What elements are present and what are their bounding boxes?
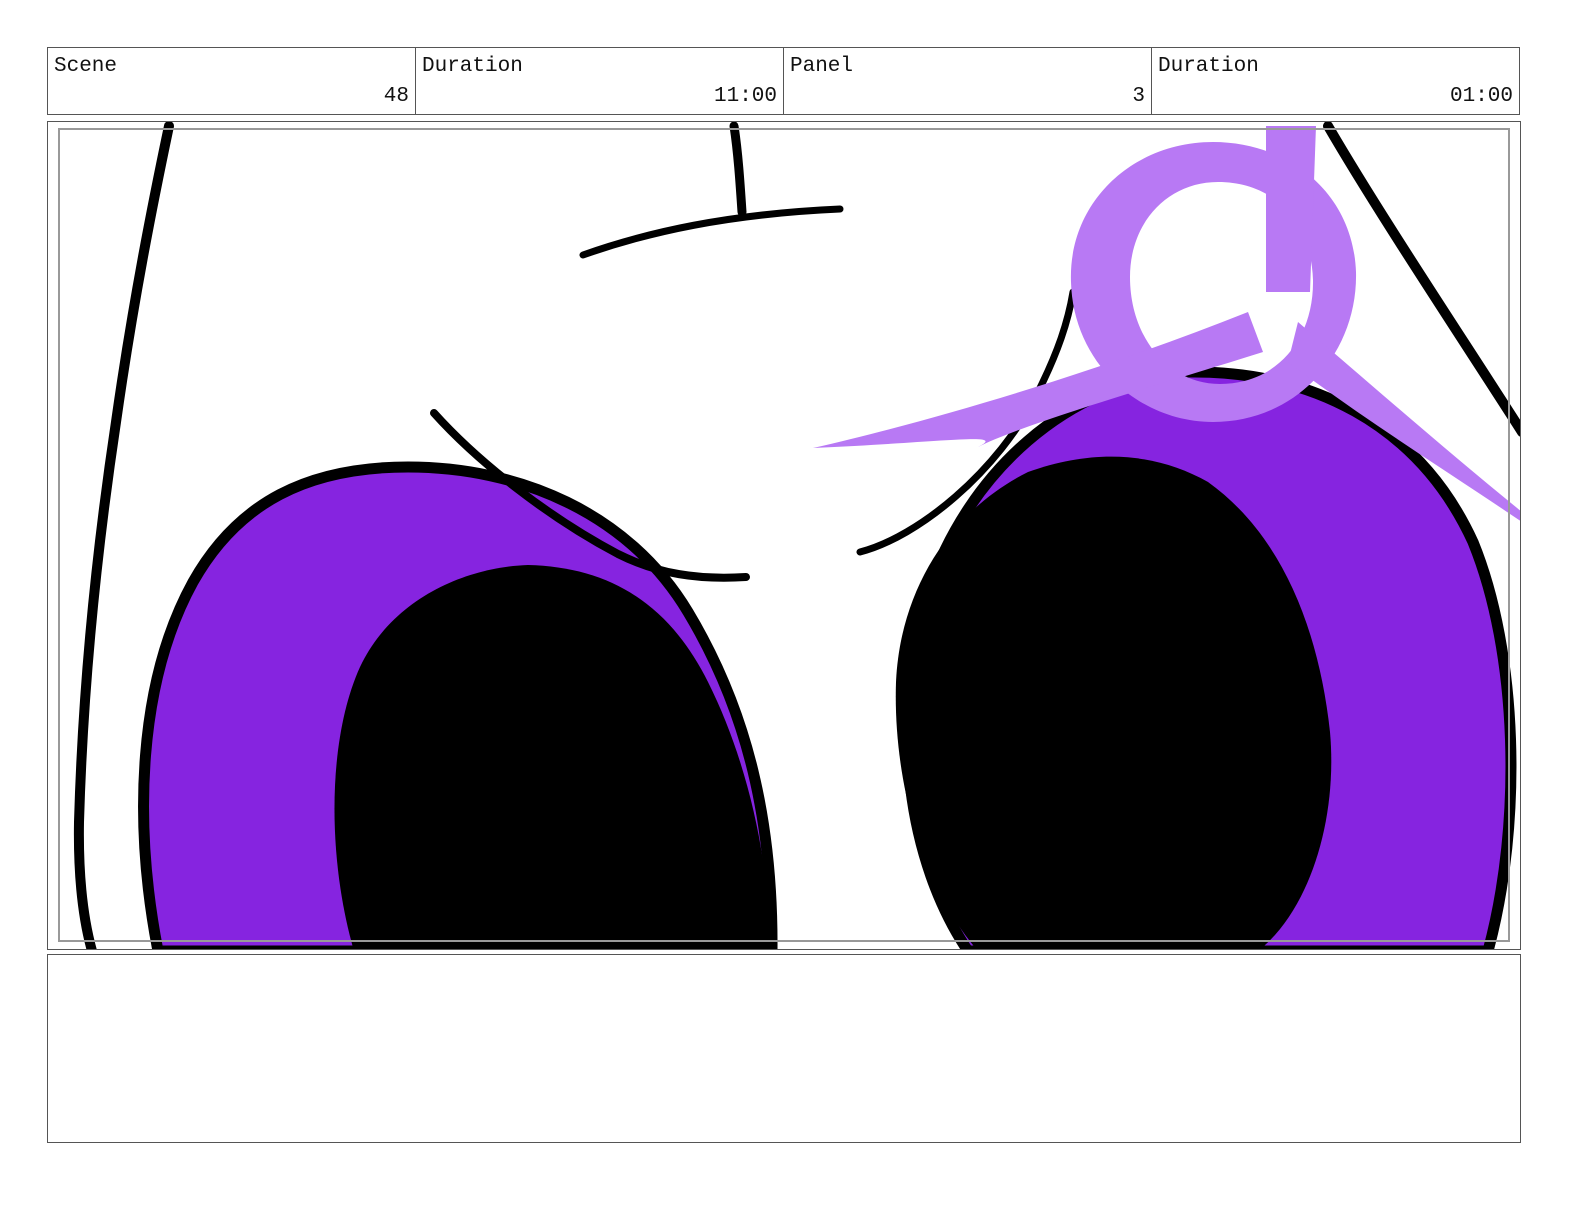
panel-duration-value: 01:00 xyxy=(1449,85,1513,108)
scene-number: 48 xyxy=(383,85,409,108)
panel-cell: Panel 3 xyxy=(784,48,1152,114)
scene-label: Scene xyxy=(54,55,118,78)
scene-duration-value: 11:00 xyxy=(713,85,777,108)
brow-mark-vertical xyxy=(729,122,747,217)
brow-mark-horizontal xyxy=(579,205,844,259)
panel-info-header: Scene 48 Duration 11:00 Panel 3 Duration… xyxy=(47,47,1520,115)
scene-duration-label: Duration xyxy=(422,55,523,78)
scene-cell: Scene 48 xyxy=(48,48,416,114)
right-eye xyxy=(895,366,1517,949)
drawing-canvas xyxy=(58,122,1520,949)
panel-label: Panel xyxy=(790,55,854,78)
panel-duration-cell: Duration 01:00 xyxy=(1152,48,1519,114)
left-eye xyxy=(138,461,778,949)
storyboard-frame xyxy=(47,121,1521,950)
highlight-vertical-bar xyxy=(1266,126,1316,292)
panel-notes-box[interactable] xyxy=(47,954,1521,1143)
scene-duration-cell: Duration 11:00 xyxy=(416,48,784,114)
panel-number: 3 xyxy=(1132,85,1145,108)
panel-duration-label: Duration xyxy=(1158,55,1259,78)
left-eye-pupil xyxy=(334,565,770,949)
